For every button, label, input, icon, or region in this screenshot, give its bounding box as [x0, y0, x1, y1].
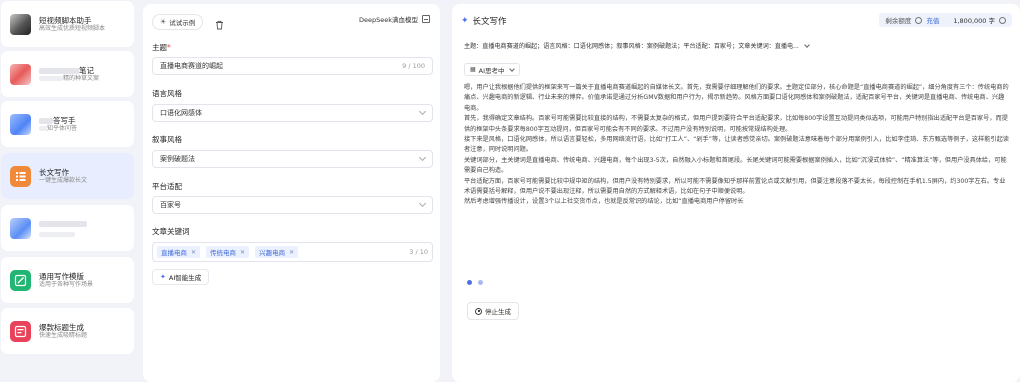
sidebar-item-blurred[interactable]	[1, 205, 134, 251]
sidebar-item-title-generator[interactable]: 爆款标题生成 快速生成吸睛标题	[1, 308, 134, 354]
bulb-icon: ☀	[160, 18, 167, 26]
chevron-down-icon	[508, 65, 515, 72]
trash-icon[interactable]	[215, 15, 224, 34]
keyword-tag: 传统电商 ✕	[206, 246, 250, 258]
thinking-paragraph: 接下来是风格，口语化网感体，所以语言要轻松，多用网络流行语，比如“打工人”、“剁…	[464, 136, 1009, 154]
info-icon	[999, 16, 1006, 24]
stop-icon	[475, 307, 482, 315]
quota-value: 1,800,000 字	[953, 17, 995, 25]
qa-thumbnail	[10, 113, 31, 135]
thinking-paragraph: 关键词部分，主关键词是直播电商、传统电商、兴趣电商，每个出现3-5次，自然融入小…	[464, 156, 1007, 175]
stop-generation-button[interactable]: 停止生成	[467, 302, 519, 320]
ai-generate-button[interactable]: ✦ AI智能生成	[152, 269, 210, 285]
sidebar-item-title: 爆款标题生成	[39, 322, 84, 332]
sidebar-item-title: 通用写作模版	[39, 271, 84, 281]
thinking-paragraph: 首先，我得确定文章结构。百家号可能需要比较直接的结构，不需要太复杂的格式，但用户…	[464, 115, 1008, 133]
keywords-input[interactable]: 直播电商 ✕ 传统电商 ✕ 兴趣电商 ✕ 3 / 10	[152, 242, 433, 262]
result-title: 长文写作	[472, 17, 507, 27]
keywords-count: 3 / 10	[409, 248, 428, 256]
narrative-label: 叙事风格	[152, 135, 182, 144]
sparkle-icon: ✦	[160, 273, 166, 281]
ai-icon: ▦	[470, 66, 476, 73]
style-select[interactable]: 口语化网感体	[152, 104, 433, 122]
clock-icon	[915, 16, 923, 24]
topic-label: 主题*	[152, 43, 171, 52]
switch-icon	[422, 15, 430, 23]
thinking-paragraph: 嗯，用户让我根据他们提供的框架来写一篇关于直播电商赛道崛起的自媒体长文。首先，我…	[464, 84, 1009, 112]
short-video-thumbnail	[10, 13, 31, 35]
sidebar-item-title: 笔记	[79, 65, 94, 75]
sidebar-item-notes[interactable]: 笔记 精的种草文案	[1, 51, 134, 97]
notes-thumbnail	[10, 63, 31, 85]
sidebar-item-short-video-script[interactable]: 短视频脚本助手 高效生成优质短视频脚本	[1, 1, 134, 47]
thinking-paragraph: 然后考虑增强传播设计，设置3个以上社交货币点，也就是反常识的结论，比如“直播电商…	[464, 198, 744, 206]
chevron-down-icon	[804, 41, 810, 48]
sparkle-icon: ✦	[461, 16, 469, 26]
sidebar-item-subtitle: 适用于各种写作场景	[39, 280, 94, 288]
blurred-thumbnail	[10, 217, 31, 239]
keywords-label: 文章关键词	[152, 227, 190, 236]
style-label: 语言风格	[152, 89, 182, 98]
model-selector[interactable]: DeepSeek满血模型	[359, 14, 430, 24]
close-icon[interactable]: ✕	[240, 249, 245, 256]
edit-icon	[10, 269, 31, 291]
platform-label: 平台适配	[152, 182, 182, 191]
topic-char-count: 9 / 100	[402, 62, 425, 70]
close-icon[interactable]: ✕	[191, 249, 196, 256]
form-panel: ☀ 试试示例 DeepSeek满血模型 主题* 直播电商赛道的崛起 9 / 10…	[143, 4, 440, 382]
sidebar-item-long-article[interactable]: 长文写作 一键生成爆款长文	[1, 153, 134, 199]
topic-input[interactable]: 直播电商赛道的崛起 9 / 100	[152, 57, 433, 75]
list-doc-icon	[10, 165, 31, 187]
sidebar-item-qa-writer[interactable]: 答写手 知乎体问答	[1, 101, 134, 147]
result-panel: ✦ 长文写作 剩余额度 充值 1,800,000 字 主题：直播电商赛道的崛起；…	[452, 4, 1020, 382]
recharge-link[interactable]: 充值	[926, 15, 939, 25]
keyword-tag: 直播电商 ✕	[157, 246, 201, 258]
narrative-select[interactable]: 案例破题法	[152, 150, 433, 168]
sidebar: 短视频脚本助手 高效生成优质短视频脚本 笔记 精的种草文案 答写手 知乎体问答 …	[0, 0, 136, 382]
sidebar-item-title: 短视频脚本助手	[39, 15, 92, 25]
sidebar-item-subtitle: 高效生成优质短视频脚本	[39, 24, 106, 32]
chevron-down-icon	[418, 153, 427, 162]
sidebar-item-subtitle: 精的种草文案	[63, 74, 100, 82]
sidebar-item-subtitle: 快速生成吸睛标题	[39, 331, 88, 339]
sidebar-item-subtitle: 知乎体问答	[47, 124, 78, 132]
chevron-down-icon	[418, 199, 427, 208]
close-icon[interactable]: ✕	[289, 249, 294, 256]
title-icon	[10, 320, 31, 342]
sidebar-item-title: 长文写作	[39, 167, 69, 177]
required-mark: *	[167, 43, 171, 52]
quota-box: 剩余额度 充值 1,800,000 字	[879, 13, 1012, 27]
ai-thinking-toggle[interactable]: ▦ AI思考中	[464, 63, 520, 76]
sidebar-item-general-template[interactable]: 通用写作模版 适用于各种写作场景	[1, 257, 134, 303]
keyword-tag: 兴趣电商 ✕	[255, 246, 299, 258]
summary-text: 主题：直播电商赛道的崛起；语言风格：口语化网感体；叙事风格：案例破题法；平台适配…	[464, 43, 799, 50]
sidebar-item-title: 答写手	[53, 115, 76, 125]
platform-select[interactable]: 百家号	[152, 196, 433, 214]
thinking-content: 嗯，用户让我根据他们提供的框架来写一篇关于直播电商赛道崛起的自媒体长文。首先，我…	[464, 83, 1010, 208]
result-header: ✦ 长文写作	[461, 15, 507, 27]
thinking-paragraph: 平台适配方面，百家号可能需要比较中规中矩的结构，但用户没有特别要求，所以可能不需…	[464, 177, 1006, 196]
loading-dots	[467, 280, 483, 285]
try-example-button[interactable]: ☀ 试试示例	[152, 14, 204, 30]
summary-line[interactable]: 主题：直播电商赛道的崛起；语言风格：口语化网感体；叙事风格：案例破题法；平台适配…	[464, 41, 810, 50]
sidebar-item-subtitle: 一键生成爆款长文	[39, 176, 88, 184]
chevron-down-icon	[418, 107, 427, 116]
